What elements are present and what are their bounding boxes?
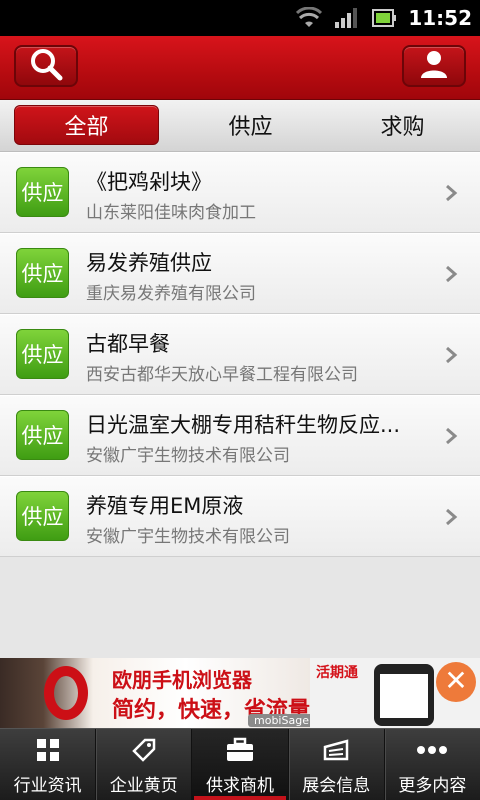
supply-badge: 供应 xyxy=(16,329,69,379)
ad-right-logo: 活期通 xyxy=(316,665,358,681)
signal-icon xyxy=(334,7,360,29)
chevron-right-icon xyxy=(446,265,458,283)
nav-label: 企业黄页 xyxy=(109,776,178,796)
ad-close-icon[interactable]: ✕ xyxy=(436,662,476,702)
bottom-nav: 行业资讯 企业黄页 供求商机 展会信息 更多内容 xyxy=(0,728,480,800)
list-item[interactable]: 供应 古都早餐 西安古都华天放心早餐工程有限公司 xyxy=(0,314,480,395)
item-title: 日光温室大棚专用秸秆生物反应... xyxy=(86,413,401,437)
list-item[interactable]: 供应 《把鸡剁块》 山东莱阳佳味肉食加工 xyxy=(0,152,480,233)
list-item[interactable]: 供应 易发养殖供应 重庆易发养殖有限公司 xyxy=(0,233,480,314)
status-bar: 11:52 xyxy=(0,0,480,36)
ad-headline: 欧朋手机浏览器 xyxy=(112,668,252,692)
tab-supply[interactable]: 供应 xyxy=(178,105,323,145)
opera-logo-icon xyxy=(44,666,88,720)
app-header xyxy=(0,36,480,100)
chevron-right-icon xyxy=(446,427,458,445)
tab-demand[interactable]: 求购 xyxy=(330,105,475,145)
item-title: 《把鸡剁块》 xyxy=(86,170,212,194)
exhibition-icon xyxy=(321,737,351,763)
item-company: 安徽广宇生物技术有限公司 xyxy=(86,446,290,466)
supply-badge: 供应 xyxy=(16,491,69,541)
item-company: 山东莱阳佳味肉食加工 xyxy=(86,203,256,223)
briefcase-icon xyxy=(225,737,255,763)
chevron-right-icon xyxy=(446,184,458,202)
ad-banner[interactable]: 欧朋手机浏览器 简约，快速，省流量! mobiSage 活期通 ✕ xyxy=(0,658,480,728)
tab-all[interactable]: 全部 xyxy=(14,105,159,145)
listing-list: 供应 《把鸡剁块》 山东莱阳佳味肉食加工 供应 易发养殖供应 重庆易发养殖有限公… xyxy=(0,152,480,557)
item-company: 西安古都华天放心早餐工程有限公司 xyxy=(86,365,358,385)
phone-image xyxy=(374,664,434,726)
user-icon xyxy=(418,48,450,84)
wifi-icon xyxy=(296,7,323,29)
battery-icon xyxy=(372,7,397,29)
search-button[interactable] xyxy=(14,45,78,87)
nav-supply-demand[interactable]: 供求商机 xyxy=(192,729,289,800)
user-button[interactable] xyxy=(402,45,466,87)
nav-industry-news[interactable]: 行业资讯 xyxy=(0,729,97,800)
list-item[interactable]: 供应 日光温室大棚专用秸秆生物反应... 安徽广宇生物技术有限公司 xyxy=(0,395,480,476)
chevron-right-icon xyxy=(446,508,458,526)
category-tabs: 全部 供应 求购 xyxy=(0,100,480,152)
item-title: 易发养殖供应 xyxy=(86,251,212,275)
nav-label: 行业资讯 xyxy=(13,776,82,796)
search-icon xyxy=(29,47,63,85)
nav-label: 展会信息 xyxy=(302,776,371,796)
chevron-right-icon xyxy=(446,346,458,364)
tag-icon xyxy=(131,737,157,763)
supply-badge: 供应 xyxy=(16,248,69,298)
item-company: 安徽广宇生物技术有限公司 xyxy=(86,527,290,547)
ad-bank[interactable]: 活期通 ✕ xyxy=(310,658,480,728)
nav-company-directory[interactable]: 企业黄页 xyxy=(96,729,193,800)
ad-browser[interactable]: 欧朋手机浏览器 简约，快速，省流量! mobiSage xyxy=(0,658,320,728)
grid-icon xyxy=(36,737,60,763)
supply-badge: 供应 xyxy=(16,167,69,217)
more-icon xyxy=(416,737,448,763)
nav-label: 更多内容 xyxy=(398,776,467,796)
item-title: 养殖专用EM原液 xyxy=(86,494,244,518)
nav-label: 供求商机 xyxy=(206,776,274,796)
supply-badge: 供应 xyxy=(16,410,69,460)
item-company: 重庆易发养殖有限公司 xyxy=(86,284,256,304)
ad-network-label: mobiSage xyxy=(248,714,315,727)
item-title: 古都早餐 xyxy=(86,332,170,356)
nav-exhibitions[interactable]: 展会信息 xyxy=(289,729,385,800)
nav-more[interactable]: 更多内容 xyxy=(385,729,480,800)
status-time: 11:52 xyxy=(408,6,472,30)
list-item[interactable]: 供应 养殖专用EM原液 安徽广宇生物技术有限公司 xyxy=(0,476,480,557)
